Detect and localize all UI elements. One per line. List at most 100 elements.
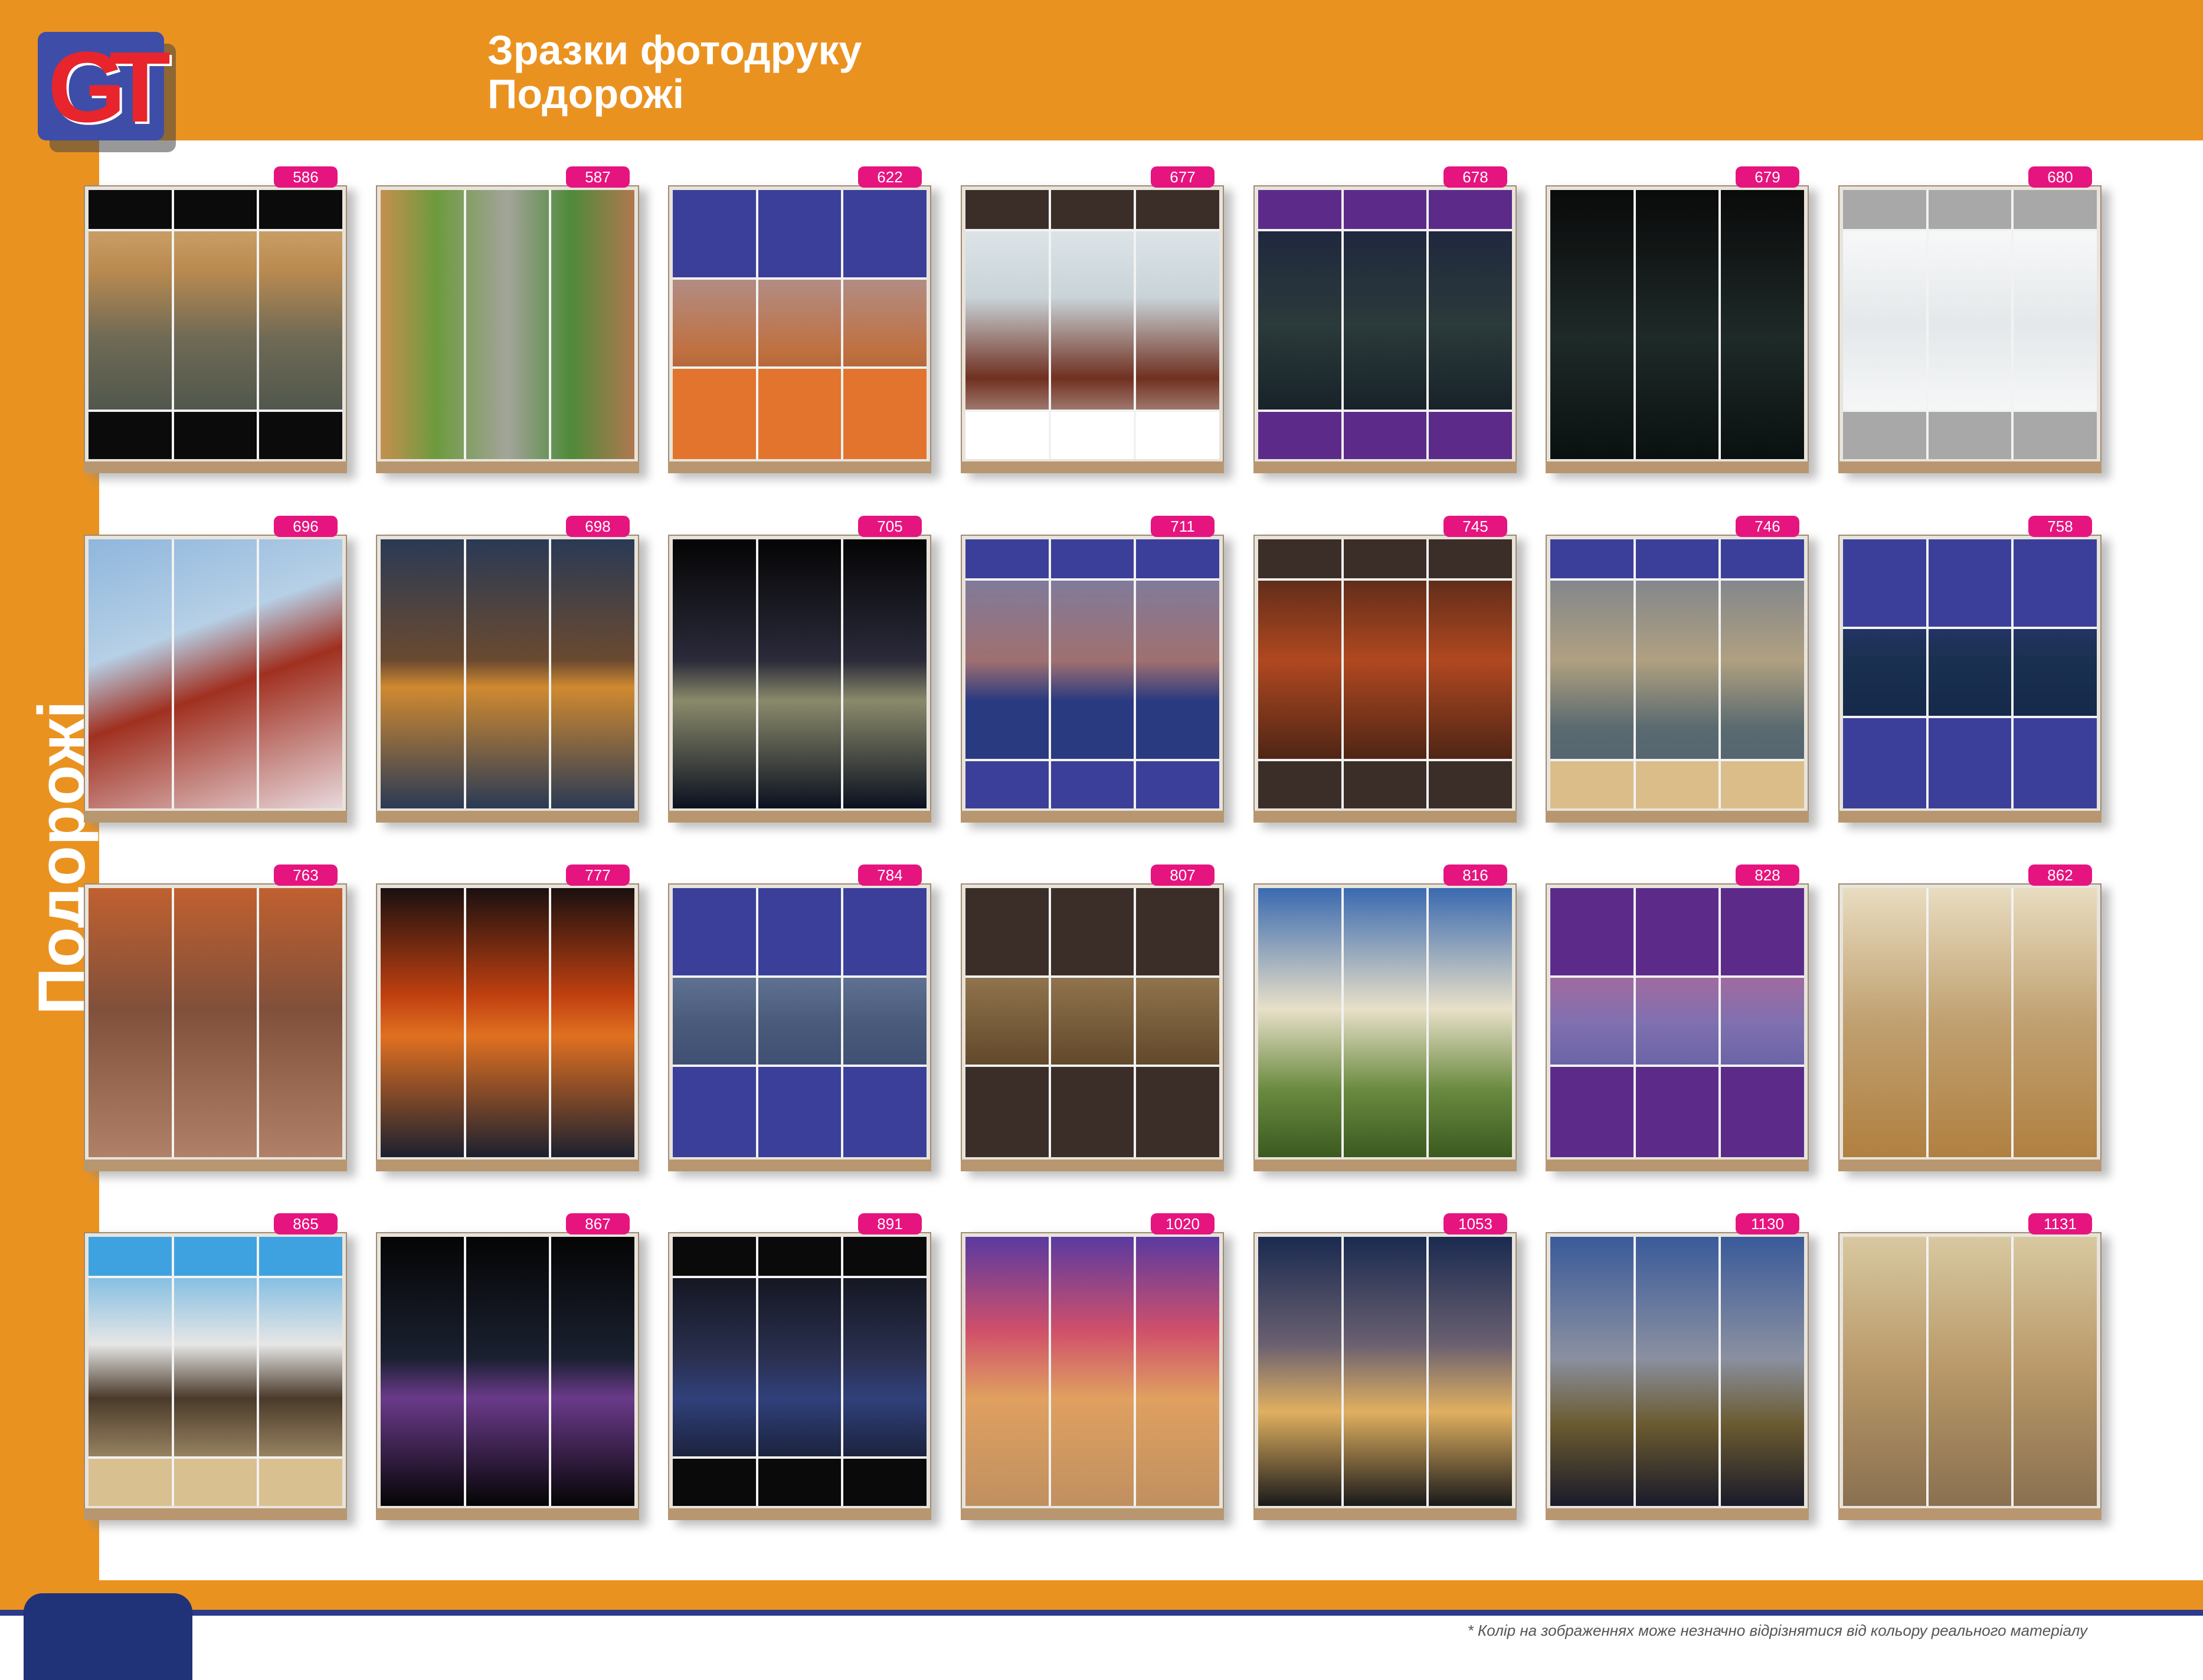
panel-bottom-color [1843,716,2097,808]
wardrobe-base [961,1160,1224,1171]
wardrobe-card[interactable]: 1131 [1838,1213,2110,1526]
wardrobe-card[interactable]: 784 [668,864,940,1177]
panel-divider [89,1456,342,1459]
wardrobe-base [961,461,1224,473]
wardrobe-card[interactable]: 828 [1546,864,1817,1177]
wardrobe-code-badge: 862 [2028,864,2092,886]
door-rail [548,1237,551,1506]
panel-bottom-color [965,759,1219,808]
wardrobe-card[interactable]: 586 [84,166,355,479]
wardrobe-card[interactable]: 777 [376,864,647,1177]
door-rail [1426,190,1429,459]
wardrobe-code-badge: 587 [566,166,630,188]
wardrobe-base [1838,1160,2101,1171]
panel-top-color [89,190,342,231]
panel-divider [1550,758,1804,761]
wardrobe-code-badge: 677 [1151,166,1215,188]
wardrobe-base [376,461,639,473]
logo-text: GT [47,31,171,143]
wardrobe-base [1253,811,1517,823]
wardrobe-photo-paris-landmarks [1843,1237,2097,1506]
title-line-2: Подорожі [487,71,685,117]
wardrobe-base [1253,1508,1517,1520]
footer-band [0,1580,2203,1610]
wardrobe-photo-harbour-at-night [673,1237,927,1506]
wardrobe-base [84,1508,347,1520]
wardrobe-card[interactable]: 622 [668,166,940,479]
wardrobe-card[interactable]: 678 [1253,166,1525,479]
wardrobe-photo-ruins-and-planet [89,888,342,1157]
wardrobe-card[interactable]: 705 [668,516,940,828]
wardrobe-base [376,1160,639,1171]
panel-top-color [673,1237,927,1278]
wardrobe-card[interactable]: 698 [376,516,647,828]
wardrobe-code-badge: 698 [566,516,630,537]
wardrobe-card[interactable]: 862 [1838,864,2110,1177]
wardrobe-card[interactable]: 745 [1253,516,1525,828]
wardrobe-base [84,1160,347,1171]
title-line-1: Зразки фотодруку [487,27,862,73]
door-rail [548,888,551,1157]
wardrobe-photo-night-lake [1550,190,1804,459]
door-rail [256,888,259,1157]
panel-divider [89,409,342,412]
panel-divider [89,1276,342,1279]
wardrobe-base [668,461,931,473]
panel-divider [1258,409,1512,412]
panel-bottom-color [1550,1065,1804,1157]
panel-divider [673,1456,927,1459]
door-rail [840,190,843,459]
wardrobe-card[interactable]: 677 [961,166,1232,479]
door-rail [1133,888,1136,1157]
panel-top-color [965,190,1219,231]
door-rail [1926,190,1929,459]
wardrobe-card[interactable]: 746 [1546,516,1817,828]
panel-divider [1550,578,1804,581]
wardrobe-card[interactable]: 758 [1838,516,2110,828]
door-rail [1133,1237,1136,1506]
panel-divider [1843,715,2097,718]
wardrobe-code-badge: 745 [1443,516,1507,537]
wardrobe-card[interactable]: 696 [84,516,355,828]
wardrobe-card[interactable]: 891 [668,1213,940,1526]
wardrobe-card[interactable]: 680 [1838,166,2110,479]
wardrobe-code-badge: 807 [1151,864,1215,886]
wardrobe-card[interactable]: 1130 [1546,1213,1817,1526]
wardrobe-card[interactable]: 1053 [1253,1213,1525,1526]
door-rail [1426,888,1429,1157]
wardrobe-card[interactable]: 711 [961,516,1232,828]
wardrobe-card[interactable]: 867 [376,1213,647,1526]
wardrobe-base [1838,811,2101,823]
panel-divider [673,1276,927,1279]
wardrobe-card[interactable]: 865 [84,1213,355,1526]
wardrobe-code-badge: 679 [1736,166,1799,188]
wardrobe-base [668,1160,931,1171]
header-band [0,0,2203,140]
panel-top-color [1843,190,2097,231]
wardrobe-card[interactable]: 807 [961,864,1232,1177]
door-rail [1341,888,1344,1157]
panel-divider [1843,229,2097,232]
door-rail [756,190,759,459]
wardrobe-card[interactable]: 679 [1546,166,1817,479]
door-rail [840,888,843,1157]
door-rail [172,888,175,1157]
door-rail [1049,888,1052,1157]
wardrobe-base [1546,1160,1809,1171]
footnote: * Колір на зображеннях може незначно від… [1467,1622,2087,1639]
wardrobe-base [376,1508,639,1520]
wardrobe-photo-pagoda [965,190,1219,459]
wardrobe-card[interactable]: 816 [1253,864,1525,1177]
door-rail [1718,1237,1721,1506]
wardrobe-card[interactable]: 587 [376,166,647,479]
wardrobe-base [1253,1160,1517,1171]
panel-bottom-color [1550,759,1804,808]
panel-bottom-color [1258,410,1512,459]
wardrobe-photo-castle-at-night [1258,539,1512,808]
wardrobe-card[interactable]: 763 [84,864,355,1177]
door-rail [756,1237,759,1506]
wardrobe-base [1838,461,2101,473]
wardrobe-base [961,811,1224,823]
wardrobe-card[interactable]: 1020 [961,1213,1232,1526]
panel-divider [1843,409,2097,412]
